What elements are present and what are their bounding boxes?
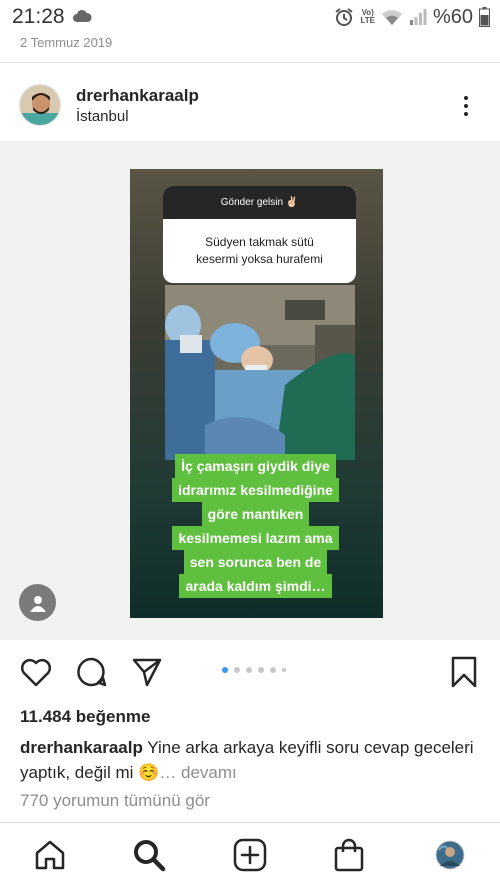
divider [0, 62, 500, 63]
shop-icon[interactable] [331, 837, 367, 873]
like-count[interactable]: 11.484 beğenme [20, 707, 150, 727]
post-caption: drerhankaraalp Yine arka arkaya keyifli … [20, 735, 480, 785]
status-icons: Vo) LTE %60 [334, 5, 490, 29]
tagged-users-icon[interactable] [19, 584, 56, 621]
answer-text: İç çamaşırı giydik diye idrarımız kesilm… [165, 454, 346, 598]
carousel-indicator [222, 667, 286, 673]
wifi-icon [381, 10, 402, 25]
question-sticker: Gönder gelsin ✌🏻 Südyen takmak sütü kese… [163, 186, 356, 283]
new-post-icon[interactable] [232, 837, 268, 873]
like-icon[interactable] [19, 655, 53, 689]
surgery-photo [165, 285, 355, 460]
save-bookmark-icon[interactable] [447, 655, 481, 689]
bottom-navigation [0, 822, 500, 888]
alarm-icon [335, 8, 354, 26]
share-icon[interactable] [130, 655, 164, 689]
search-icon[interactable] [131, 837, 167, 873]
avatar-image [20, 85, 60, 125]
home-icon[interactable] [32, 837, 68, 873]
post-location[interactable]: İstanbul [76, 108, 129, 125]
network-type: Vo) LTE [360, 8, 375, 25]
carousel-dot [222, 667, 228, 673]
status-bar: 21:28 Vo) LTE %60 [0, 0, 500, 34]
signal-icon [409, 9, 427, 25]
caption-more-link[interactable]: … devamı [159, 763, 236, 782]
status-time: 21:28 [12, 5, 65, 28]
cloud-icon [73, 9, 92, 22]
carousel-dot [282, 668, 286, 672]
question-header: Gönder gelsin ✌🏻 [163, 186, 356, 219]
avatar[interactable] [19, 84, 61, 126]
profile-avatar[interactable] [432, 837, 468, 873]
more-options-icon[interactable] [456, 92, 476, 120]
carousel-dot [258, 667, 264, 673]
post-username[interactable]: drerhankaraalp [76, 86, 199, 106]
carousel-dot [234, 667, 240, 673]
comment-icon[interactable] [75, 655, 109, 689]
view-all-comments-link[interactable]: 770 yorumun tümünü gör [20, 791, 210, 811]
carousel-dot [246, 667, 252, 673]
caption-username[interactable]: drerhankaraalp [20, 738, 143, 757]
post-date: 2 Temmuz 2019 [20, 35, 113, 50]
battery-icon [479, 7, 490, 27]
question-text: Südyen takmak sütü kesermi yoksa hurafem… [196, 235, 323, 266]
battery-percent: %60 [432, 5, 473, 28]
carousel-dot [270, 667, 276, 673]
